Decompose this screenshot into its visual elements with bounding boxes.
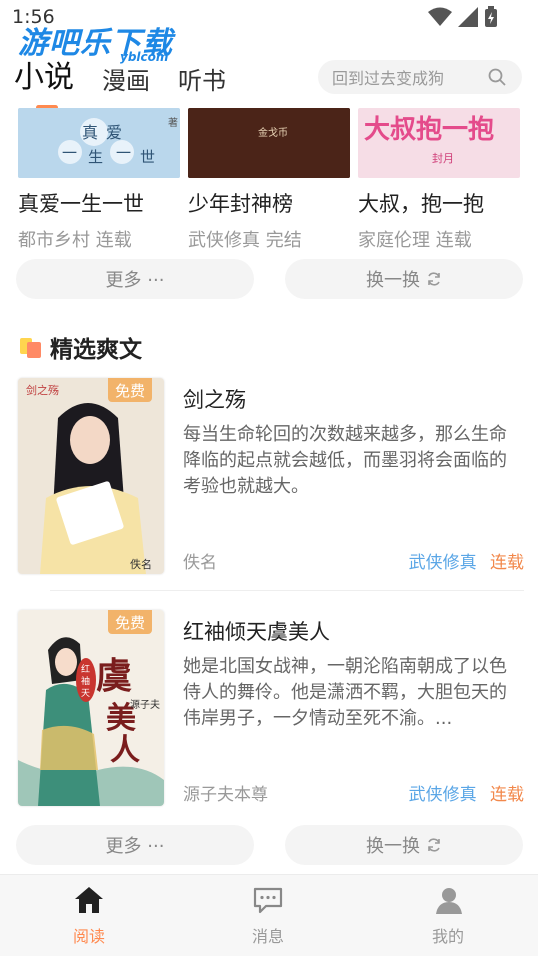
- nav-label-read: 阅读: [72, 927, 105, 946]
- section-flag-icon: [20, 336, 42, 358]
- status-icons: [428, 6, 498, 28]
- refresh-button[interactable]: 换一换: [285, 825, 523, 865]
- book-cover: 虞 美 人 红 袖 天 源子夫 免费: [18, 610, 164, 806]
- wifi-icon: [428, 7, 452, 26]
- svg-text:爱: 爱: [106, 123, 122, 142]
- item-description: 每当生命轮回的次数越来越多，那么生命降临的起点就会越低，而墨羽将会面临的考验也就…: [183, 424, 507, 497]
- section-title: 精选爽文: [50, 337, 142, 363]
- svg-text:大叔抱一抱: 大叔抱一抱: [364, 115, 494, 145]
- svg-text:一: 一: [62, 144, 77, 162]
- item-genre-tag[interactable]: 武侠修真: [409, 785, 477, 805]
- refresh-icon: [428, 272, 440, 286]
- svg-text:金戈币: 金戈币: [258, 126, 288, 139]
- book-card[interactable]: 真 爱 一 生 一 世 著 真爱一生一世 都市乡村 连载: [18, 108, 180, 252]
- refresh-icon: [428, 838, 440, 852]
- book-title: 大叔，抱一抱: [358, 192, 484, 216]
- item-title: 红袖倾天虞美人: [183, 620, 330, 644]
- book-cover: 大叔抱一抱 封月: [358, 108, 520, 178]
- svg-text:剑之殇: 剑之殇: [26, 383, 59, 397]
- svg-text:封月: 封月: [432, 151, 454, 165]
- tab-comic-label: 漫画: [102, 67, 150, 95]
- search-icon: [488, 68, 506, 86]
- book-meta: 都市乡村 连载: [18, 226, 180, 252]
- svg-text:生: 生: [88, 148, 103, 166]
- nav-label-messages: 消息: [251, 927, 284, 946]
- battery-icon: [485, 6, 497, 27]
- svg-text:人: 人: [110, 733, 140, 768]
- item-tags: 武侠修真 连载: [409, 548, 524, 573]
- svg-text:一: 一: [116, 144, 131, 162]
- book-title: 少年封神榜: [188, 192, 293, 216]
- more-button-label: 更多 ···: [105, 270, 165, 291]
- nav-label-mine: 我的: [431, 927, 464, 946]
- book-cover: 真 爱 一 生 一 世 著: [18, 108, 180, 178]
- book-card[interactable]: 大叔抱一抱 封月 大叔，抱一抱 家庭伦理 连载: [358, 108, 520, 252]
- book-card[interactable]: 金戈币 少年封神榜 武侠修真 完结: [188, 108, 350, 252]
- status-bar: 1:56 游吧乐下载 yblcom: [0, 0, 538, 64]
- bottom-nav: 阅读 消息 我的: [0, 874, 538, 956]
- divider: [50, 590, 524, 591]
- nav-item-read[interactable]: 阅读: [44, 885, 134, 947]
- item-genre-tag[interactable]: 武侠修真: [409, 553, 477, 573]
- item-author: 佚名: [183, 553, 217, 573]
- item-status-tag: 连载: [490, 553, 524, 573]
- book-meta: 家庭伦理 连载: [358, 226, 520, 252]
- tab-comic[interactable]: 漫画: [102, 61, 150, 96]
- refresh-button-label: 换一换: [366, 836, 420, 857]
- item-title: 剑之殇: [183, 388, 246, 412]
- book-genre: 武侠修真: [188, 230, 260, 251]
- category-tabs: 小说 漫画 听书: [14, 52, 254, 110]
- section-header: 精选爽文: [20, 330, 142, 364]
- user-icon: [436, 888, 462, 914]
- svg-text:佚名: 佚名: [130, 557, 152, 571]
- refresh-button[interactable]: 换一换: [285, 259, 523, 299]
- svg-text:袖: 袖: [81, 675, 90, 687]
- svg-text:源子夫: 源子夫: [130, 698, 160, 711]
- home-icon: [75, 887, 103, 913]
- signal-icon: [458, 7, 478, 27]
- message-icon: [253, 887, 283, 914]
- svg-text:虞: 虞: [96, 655, 132, 697]
- more-button[interactable]: 更多 ···: [16, 259, 254, 299]
- list-item[interactable]: 虞 美 人 红 袖 天 源子夫 免费 红袖倾天虞美人 她是北国女战神，一朝沦陷南…: [18, 610, 524, 810]
- free-badge: 免费: [108, 610, 152, 634]
- item-status-tag: 连载: [490, 785, 524, 805]
- item-author: 源子夫本尊: [183, 785, 268, 805]
- item-description: 她是北国女战神，一朝沦陷南朝成了以色侍人的舞伶。他是潇洒不羁，大胆包天的伟岸男子…: [183, 656, 507, 729]
- book-cover: 金戈币: [188, 108, 350, 178]
- top-book-row: 真 爱 一 生 一 世 著 真爱一生一世 都市乡村 连载 金戈币 少年封神榜 武…: [18, 108, 528, 251]
- book-status: 连载: [435, 230, 472, 251]
- nav-item-mine[interactable]: 我的: [403, 885, 493, 947]
- item-tags: 武侠修真 连载: [409, 780, 524, 805]
- book-status: 连载: [95, 230, 132, 251]
- svg-text:世: 世: [140, 148, 155, 166]
- more-button[interactable]: 更多 ···: [16, 825, 254, 865]
- nav-item-messages[interactable]: 消息: [223, 885, 313, 947]
- book-status: 完结: [265, 230, 302, 251]
- search-placeholder: 回到过去变成狗: [332, 69, 445, 88]
- tab-audio-label: 听书: [178, 67, 226, 95]
- tab-audio[interactable]: 听书: [178, 61, 226, 96]
- tab-novel[interactable]: 小说: [14, 52, 74, 110]
- free-badge: 免费: [108, 378, 152, 402]
- book-meta: 武侠修真 完结: [188, 226, 350, 252]
- book-cover: 剑之殇 佚名 免费: [18, 378, 164, 574]
- svg-text:真: 真: [82, 123, 98, 142]
- refresh-button-label: 换一换: [366, 270, 420, 291]
- svg-text:红: 红: [81, 663, 90, 675]
- search-box[interactable]: 回到过去变成狗: [318, 60, 522, 94]
- book-genre: 都市乡村: [18, 230, 90, 251]
- more-button-label: 更多 ···: [105, 836, 165, 857]
- svg-text:著: 著: [168, 116, 178, 129]
- book-title: 真爱一生一世: [18, 192, 144, 216]
- book-genre: 家庭伦理: [358, 230, 430, 251]
- tab-novel-label: 小说: [14, 60, 74, 95]
- svg-text:天: 天: [81, 689, 90, 699]
- list-item[interactable]: 剑之殇 佚名 免费 剑之殇 每当生命轮回的次数越来越多，那么生命降临的起点就会越…: [18, 378, 524, 578]
